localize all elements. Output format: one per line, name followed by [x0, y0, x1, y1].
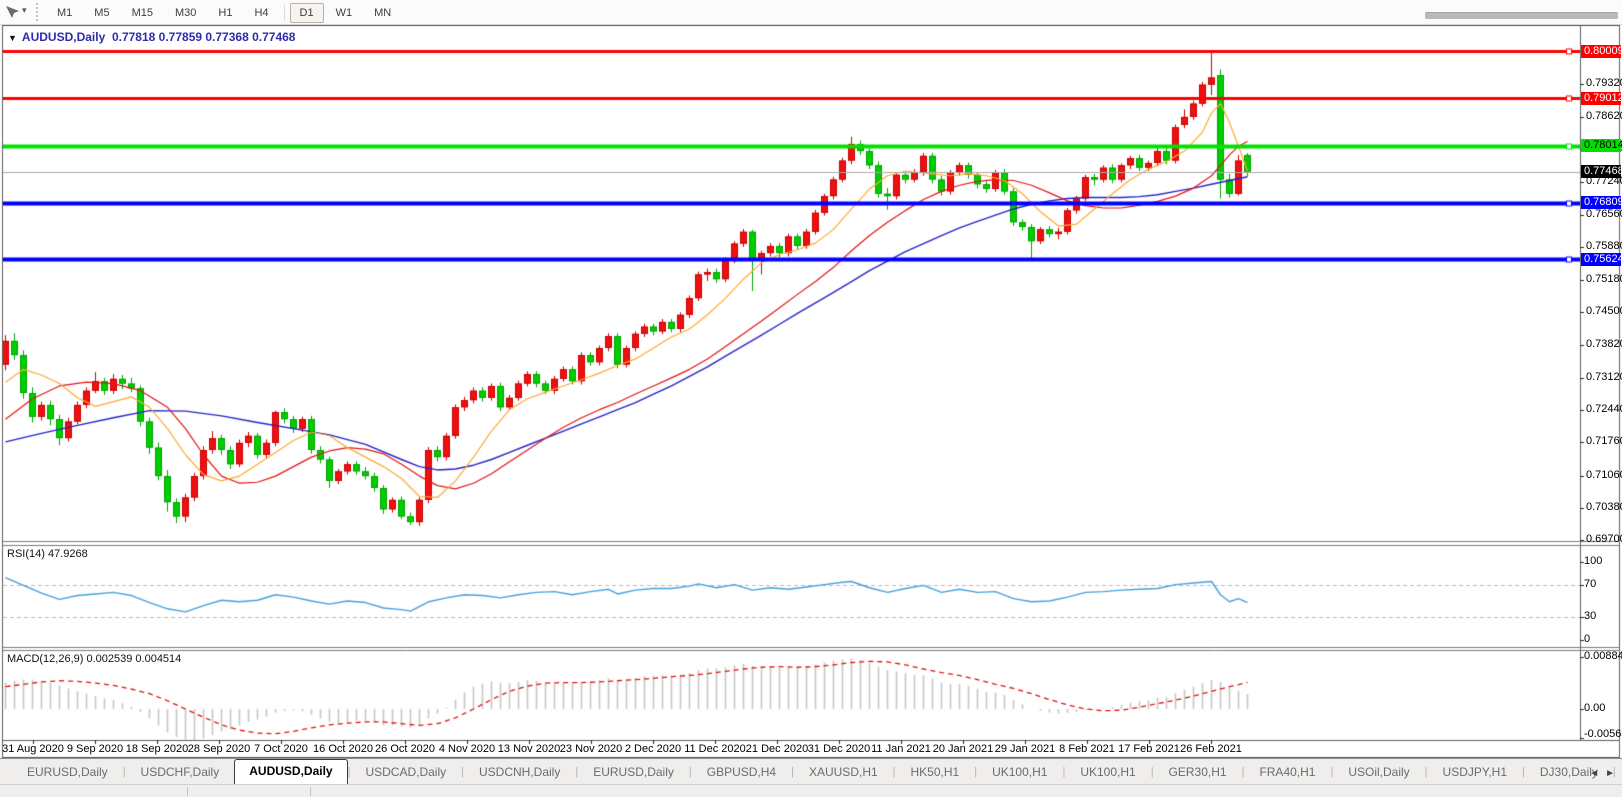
price-line-label: 0.76809	[1581, 196, 1622, 210]
date-tick-label: 20 Jan 2021	[932, 743, 994, 755]
tab-FRA40-H1[interactable]: FRA40,H1	[1244, 761, 1330, 784]
toolbar-grip	[36, 3, 39, 21]
date-tick-label: 11 Jan 2021	[871, 743, 931, 755]
crosshair-tool-icon[interactable]	[4, 4, 20, 20]
toolbar: ▾ M1 M5 M15 M30 H1 H4 D1 W1 MN	[0, 0, 1622, 25]
date-tick-label: 26 Oct 2020	[375, 743, 435, 755]
macd-scale-label: -0.005651	[1584, 728, 1622, 740]
date-tick-label: 16 Oct 2020	[313, 743, 373, 755]
mt4-window: ▾ M1 M5 M15 M30 H1 H4 D1 W1 MN ▼ AUDUSD,Daily 0.7…	[0, 0, 1622, 797]
date-tick-label: 31 Dec 2020	[807, 743, 871, 755]
rsi-scale-label: 70	[1584, 578, 1597, 591]
tf-button-M5[interactable]: M5	[84, 3, 119, 23]
tab-EURUSD-Daily[interactable]: EURUSD,Daily	[12, 761, 123, 784]
tab-scroll-right-icon[interactable]: ►	[1602, 768, 1618, 779]
price-tick-label: 0.78620	[1586, 109, 1622, 122]
price-tick-label: 0.70380	[1586, 500, 1622, 513]
macd-scale-label: 0.00884	[1584, 650, 1622, 662]
chart-scrollbar-thumb[interactable]	[1425, 12, 1618, 19]
tab-GBPUSD-H4[interactable]: GBPUSD,H4	[692, 761, 791, 784]
date-tick-label: 23 Nov 2020	[559, 743, 623, 755]
rsi-label: RSI(14) 47.9268	[7, 548, 88, 560]
symbol-label: AUDUSD,Daily	[21, 30, 106, 44]
tab-USDCAD-Daily[interactable]: USDCAD,Daily	[350, 761, 461, 784]
date-tick-label: 13 Nov 2020	[497, 743, 561, 755]
tab-GER30-H1[interactable]: GER30,H1	[1154, 761, 1242, 784]
date-tick-label: 18 Sep 2020	[125, 743, 189, 755]
price-tick-label: 0.73820	[1586, 337, 1622, 350]
tab-scroll-arrows: ◄ ►	[1586, 768, 1618, 779]
tab-USDCNH-Daily[interactable]: USDCNH,Daily	[464, 761, 575, 784]
price-line-label: 0.75624	[1581, 252, 1622, 266]
tf-button-M15[interactable]: M15	[122, 3, 163, 23]
price-tick-label: 0.71060	[1586, 468, 1622, 481]
price-tick-label: 0.76560	[1586, 207, 1622, 220]
rsi-scale-label: 100	[1584, 555, 1603, 567]
price-line-label: 0.78014	[1581, 139, 1622, 153]
price-tick-label: 0.73120	[1586, 370, 1622, 383]
price-line-label: 0.79012	[1581, 91, 1622, 105]
date-tick-label: 7 Oct 2020	[254, 743, 308, 755]
date-tick-label: 8 Feb 2021	[1059, 743, 1115, 755]
chart-window: ▼ AUDUSD,Daily 0.77818 0.77859 0.77368 0.…	[0, 25, 1622, 758]
status-separator	[310, 787, 311, 796]
tab-USDCHF-Daily[interactable]: USDCHF,Daily	[126, 761, 235, 784]
status-bar	[0, 784, 1622, 797]
tab-scroll-left-icon[interactable]: ◄	[1586, 768, 1602, 779]
date-tick-label: 21 Dec 2020	[745, 743, 809, 755]
toolbar-separator	[283, 4, 285, 21]
tf-button-M30[interactable]: M30	[165, 3, 206, 23]
dropdown-caret-icon[interactable]: ▾	[22, 5, 27, 16]
current-price-label: 0.77468	[1581, 165, 1622, 179]
ohlc-readout: 0.77818 0.77859 0.77368 0.77468	[111, 30, 296, 44]
price-tick-label: 0.72440	[1586, 403, 1622, 416]
price-tick-label: 0.75880	[1586, 239, 1622, 252]
date-tick-label: 4 Nov 2020	[438, 743, 496, 755]
chart-tab-bar: EURUSD,Daily | USDCHF,Daily AUDUSD,Daily | US…	[0, 758, 1622, 784]
chart-canvas[interactable]	[0, 25, 1622, 758]
tab-HK50-H1[interactable]: HK50,H1	[896, 761, 975, 784]
price-tick-label: 0.69700	[1586, 533, 1622, 546]
price-line-label: 0.80009	[1581, 44, 1622, 58]
tab-UK100-H1[interactable]: UK100,H1	[1065, 761, 1150, 784]
tab-USOil-Daily[interactable]: USOil,Daily	[1333, 761, 1424, 784]
tf-button-H1[interactable]: H1	[208, 3, 242, 23]
date-tick-label: 31 Aug 2020	[2, 743, 64, 755]
tab-AUDUSD-Daily[interactable]: AUDUSD,Daily	[234, 759, 348, 784]
price-tick-label: 0.74500	[1586, 305, 1622, 318]
tf-button-M1[interactable]: M1	[47, 3, 82, 23]
rsi-scale-label: 30	[1584, 609, 1597, 622]
tab-USDJPY-H1[interactable]: USDJPY,H1	[1428, 761, 1522, 784]
date-tick-label: 11 Dec 2020	[684, 743, 746, 755]
tab-EURUSD-Daily[interactable]: EURUSD,Daily	[578, 761, 689, 784]
price-tick-label: 0.71760	[1586, 435, 1622, 448]
date-tick-label: 29 Jan 2021	[994, 743, 1056, 755]
status-separator	[187, 787, 188, 796]
date-tick-label: 9 Sep 2020	[66, 743, 124, 755]
timeframe-toolbar: M1 M5 M15 M30 H1 H4 D1 W1 MN	[46, 0, 402, 25]
date-tick-label: 17 Feb 2021	[1118, 743, 1180, 755]
price-tick-label: 0.75180	[1586, 273, 1622, 286]
tab-XAUUSD-H1[interactable]: XAUUSD,H1	[794, 761, 893, 784]
tf-button-W1[interactable]: W1	[326, 3, 363, 23]
chart-title: ▼ AUDUSD,Daily 0.77818 0.77859 0.77368 0.…	[8, 30, 295, 44]
tf-button-H4[interactable]: H4	[244, 3, 278, 23]
tab-UK100-H1[interactable]: UK100,H1	[977, 761, 1062, 784]
macd-scale-label: 0.00	[1584, 702, 1606, 714]
symbol-dropdown-icon[interactable]: ▼	[8, 33, 17, 43]
date-tick-label: 28 Sep 2020	[187, 743, 251, 755]
price-tick-label: 0.79320	[1586, 76, 1622, 89]
date-tick-label: 2 Dec 2020	[624, 743, 682, 755]
rsi-scale-label: 0	[1584, 633, 1591, 645]
date-tick-label: 26 Feb 2021	[1180, 743, 1242, 755]
tf-button-MN[interactable]: MN	[364, 3, 401, 23]
macd-label: MACD(12,26,9) 0.002539 0.004514	[7, 653, 182, 665]
tf-button-D1[interactable]: D1	[289, 2, 324, 23]
